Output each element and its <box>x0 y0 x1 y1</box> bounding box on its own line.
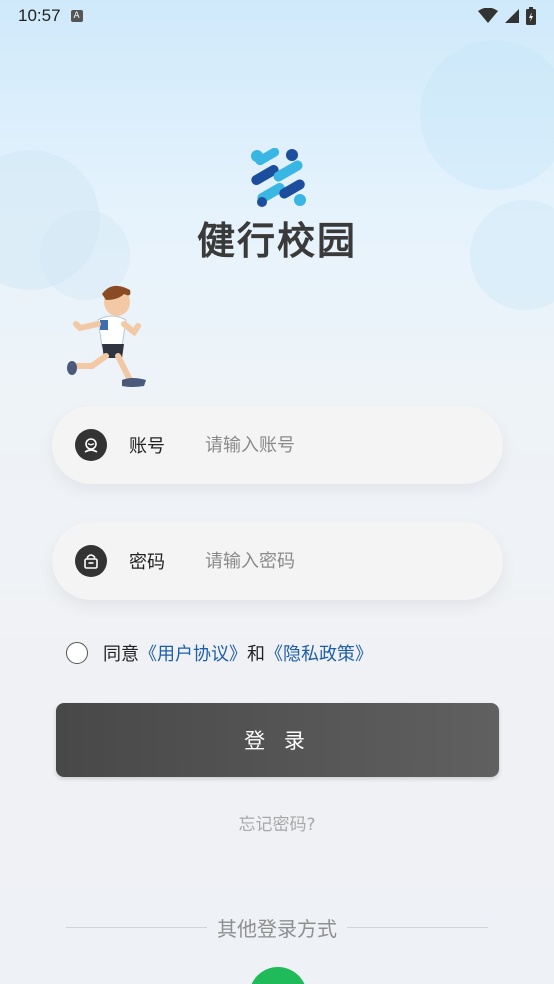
wifi-icon <box>478 8 498 23</box>
privacy-policy-link[interactable]: 《隐私政策》 <box>265 640 373 666</box>
agreement-conjunction: 和 <box>247 644 265 665</box>
forgot-password-link[interactable]: 忘记密码? <box>0 810 554 835</box>
status-bar: 10:57 A <box>0 0 554 32</box>
login-button[interactable]: 登 录 <box>56 703 499 777</box>
divider-line <box>347 927 488 928</box>
account-label: 账号 <box>129 436 165 457</box>
user-agreement-link[interactable]: 《用户协议》 <box>139 640 247 666</box>
password-label: 密码 <box>129 552 165 573</box>
battery-charging-icon <box>526 7 536 25</box>
app-title: 健行校园 <box>196 219 357 263</box>
background-decoration <box>420 40 554 190</box>
notification-badge: A <box>70 10 83 22</box>
password-input[interactable] <box>205 550 485 572</box>
password-field[interactable]: 密码 <box>52 522 503 600</box>
divider-line <box>66 927 207 928</box>
other-login-label: 其他登录方式 <box>217 917 337 941</box>
wechat-login-button[interactable] <box>249 967 307 984</box>
signal-icon <box>505 9 519 23</box>
agreement-checkbox[interactable] <box>66 642 88 664</box>
agreement-row: 同意 《用户协议》 和 《隐私政策》 <box>66 640 373 666</box>
lock-icon <box>75 545 107 577</box>
user-icon <box>75 429 107 461</box>
agreement-prefix: 同意 <box>103 644 139 665</box>
other-login-divider: 其他登录方式 <box>66 913 488 942</box>
app-logo-icon <box>251 148 306 207</box>
status-time: 10:57 <box>18 6 61 25</box>
account-field[interactable]: 账号 <box>52 406 503 484</box>
running-student-illustration <box>67 285 146 387</box>
account-input[interactable] <box>205 434 485 456</box>
